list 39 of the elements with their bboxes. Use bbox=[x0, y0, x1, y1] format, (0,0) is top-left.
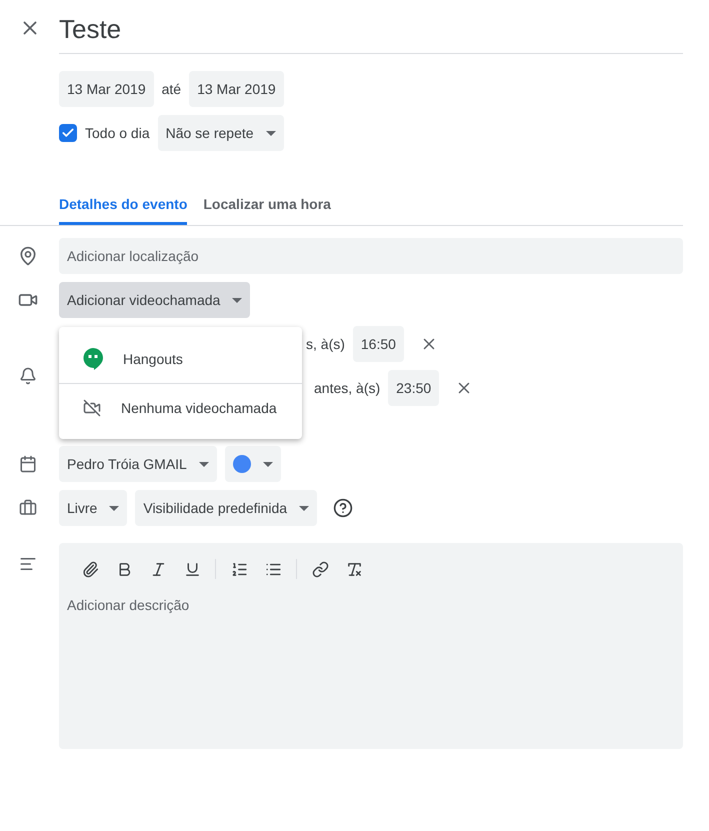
notification-text: s, à(s) bbox=[306, 335, 345, 354]
caret-icon bbox=[109, 506, 120, 510]
video-call-dropdown[interactable]: Adicionar videochamada bbox=[59, 282, 250, 318]
menu-item[interactable]: Nenhuma videochamada bbox=[59, 383, 302, 431]
checkbox[interactable] bbox=[59, 124, 77, 142]
description-placeholder: Adicionar descrição bbox=[67, 596, 190, 615]
calendar-dropdown[interactable]: Pedro Tróia GMAIL bbox=[59, 446, 217, 482]
availability-dropdown[interactable]: Livre bbox=[59, 490, 128, 526]
color-dropdown[interactable] bbox=[224, 446, 281, 482]
help-button[interactable] bbox=[333, 498, 354, 518]
tab[interactable]: Detalhes do evento bbox=[59, 194, 188, 225]
date-field[interactable]: 13 Mar 2019 bbox=[189, 71, 284, 107]
time-field[interactable]: 16:50 bbox=[352, 326, 404, 362]
date-separator: até bbox=[162, 80, 182, 99]
video-off-icon bbox=[83, 398, 101, 416]
caret-icon bbox=[299, 506, 310, 510]
briefcase-icon bbox=[18, 499, 36, 517]
calendar-icon bbox=[18, 455, 36, 473]
caret-icon bbox=[198, 462, 209, 466]
caret-icon bbox=[232, 298, 242, 302]
date-field[interactable]: 13 Mar 2019 bbox=[59, 71, 154, 107]
repeat-dropdown[interactable]: Não se repete bbox=[158, 115, 284, 151]
caret-icon bbox=[266, 130, 276, 136]
description-field[interactable]: Adicionar descrição bbox=[59, 543, 683, 749]
menu-item[interactable]: Hangouts bbox=[59, 335, 302, 383]
caret-icon bbox=[262, 462, 273, 466]
visibility-dropdown[interactable]: Visibilidade predefinida bbox=[135, 490, 318, 526]
description-icon bbox=[18, 555, 36, 573]
checkmark-icon bbox=[61, 126, 75, 140]
location-field[interactable]: Adicionar localização bbox=[59, 238, 683, 274]
tab[interactable]: Localizar uma hora bbox=[203, 194, 331, 225]
notification-text: antes, à(s) bbox=[314, 379, 380, 398]
help-icon bbox=[333, 498, 354, 518]
title-field[interactable]: Teste bbox=[59, 2, 683, 54]
time-field[interactable]: 23:50 bbox=[388, 370, 440, 406]
bell-icon bbox=[18, 367, 36, 385]
location-icon bbox=[18, 246, 38, 266]
checkbox-label: Todo o dia bbox=[85, 124, 150, 143]
chat-bubble-icon bbox=[83, 348, 103, 370]
